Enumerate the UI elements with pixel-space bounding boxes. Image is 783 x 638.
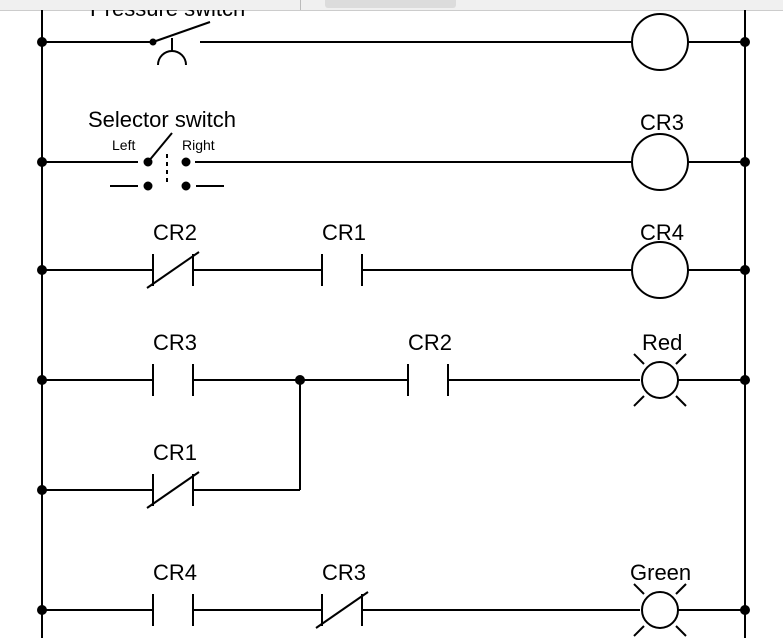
- rung2-output-coil: [632, 242, 688, 298]
- rung1-right-label: Right: [182, 137, 215, 153]
- rung-4-parallel: CR1: [38, 380, 300, 508]
- no-contact-cr2: [408, 364, 448, 396]
- rung-2: CR2 CR1 CR4: [38, 220, 749, 298]
- rung0-output-coil: [632, 14, 688, 70]
- rung3-noa-label: CR3: [153, 330, 197, 355]
- rung-0: Pressure switch: [38, 10, 749, 70]
- rung-3: CR3 CR2 Red: [38, 330, 749, 406]
- pressure-switch-symbol: [151, 22, 211, 65]
- rung2-no-label: CR1: [322, 220, 366, 245]
- no-contact-cr4: [153, 594, 193, 626]
- rung1-output-coil: [632, 134, 688, 190]
- rung2-nc-label: CR2: [153, 220, 197, 245]
- ladder-diagram: Pressure switch Selector switch Left: [0, 10, 783, 638]
- rung3-output-label: Red: [642, 330, 682, 355]
- rung3-nob-label: CR2: [408, 330, 452, 355]
- pdf-viewer: Automatic Zoom Pressure switch: [0, 0, 783, 638]
- rung5-output-label: Green: [630, 560, 691, 585]
- rung-5: CR4 CR3 Green: [38, 560, 749, 636]
- rung4-nc-label: CR1: [153, 440, 197, 465]
- rung1-output-label: CR3: [640, 110, 684, 135]
- rung1-title: Selector switch: [88, 107, 236, 132]
- nc-contact-cr1: [147, 472, 199, 508]
- no-contact-cr1: [322, 254, 362, 286]
- no-contact-cr3: [153, 364, 193, 396]
- rung-1: Selector switch Left Right CR3: [38, 107, 749, 190]
- zoom-dropdown[interactable]: Automatic Zoom: [325, 0, 456, 8]
- toolbar-separator: [300, 0, 301, 10]
- rung1-left-label: Left: [112, 137, 135, 153]
- rung5-nc-label: CR3: [322, 560, 366, 585]
- zoom-label: Automatic Zoom: [335, 0, 430, 2]
- rung5-no-label: CR4: [153, 560, 197, 585]
- nc-contact-cr2: [147, 252, 199, 288]
- rung0-title: Pressure switch: [90, 10, 245, 21]
- nc-contact-cr3b: [316, 592, 368, 628]
